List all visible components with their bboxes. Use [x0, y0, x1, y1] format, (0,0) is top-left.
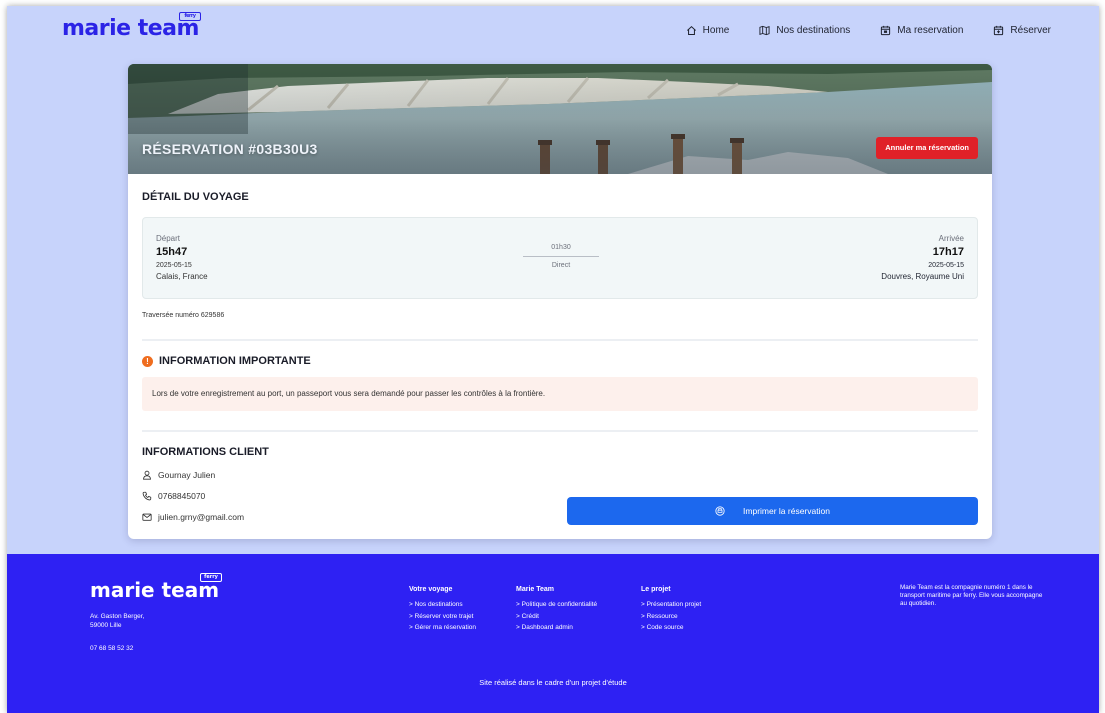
footer-link-ressource[interactable]: > Ressource: [641, 611, 701, 622]
nav-destinations[interactable]: Nos destinations: [759, 25, 850, 36]
client-phone-row: 0768845070: [142, 491, 205, 501]
print-label: Imprimer la réservation: [743, 506, 830, 516]
info-icon: !: [142, 355, 153, 367]
trip-type: Direct: [551, 262, 571, 269]
footer-address-line: Av. Gaston Berger,: [90, 613, 145, 620]
nav-home[interactable]: Home: [686, 25, 730, 36]
top-header: marie team ferry Home Nos destinations M…: [7, 6, 1099, 58]
nav-ma-reservation-label: Ma reservation: [897, 25, 964, 36]
important-title: INFORMATION IMPORTANTE: [159, 355, 311, 367]
print-reservation-button[interactable]: Imprimer la réservation: [567, 497, 978, 525]
arrival-date: 2025-05-15: [928, 261, 964, 269]
footer-col-projet: Le projet > Présentation projet > Ressou…: [641, 584, 701, 633]
duration-block: 01h30 Direct: [523, 244, 599, 269]
map-icon: [759, 25, 770, 36]
footer-link-destinations[interactable]: > Nos destinations: [409, 599, 476, 610]
section-divider: [142, 339, 978, 341]
client-name: Gournay Julien: [158, 470, 216, 480]
footer-col-marie-team: Marie Team > Politique de confidentialit…: [516, 584, 597, 633]
departure-label: Départ: [156, 234, 181, 243]
reservation-card: RÉSERVATION #03B30U3 Annuler ma réservat…: [128, 64, 992, 539]
footer-link-dashboard[interactable]: > Dashboard admin: [516, 622, 597, 633]
brand-logo[interactable]: marie team ferry: [62, 12, 201, 41]
home-icon: [686, 25, 696, 35]
logo-tag: ferry: [178, 12, 201, 21]
calendar-icon: [881, 25, 891, 36]
nav-reserver-label: Réserver: [1010, 25, 1051, 36]
client-phone: 0768845070: [158, 491, 206, 501]
arrival-time: 17h17: [932, 245, 964, 258]
client-email-row: julien.grny@gmail.com: [142, 512, 244, 522]
calendar-plus-icon: [994, 25, 1004, 36]
footer-logo-text: marie team: [90, 578, 220, 602]
section-divider: [142, 430, 978, 432]
important-notice: Lors de votre enregistrement au port, un…: [142, 377, 978, 411]
cancel-reservation-button[interactable]: Annuler ma réservation: [876, 137, 978, 159]
printer-icon: [715, 506, 725, 516]
departure-date: 2025-05-15: [156, 261, 192, 269]
arrival-label: Arrivée: [938, 234, 964, 243]
departure-block: Départ 15h47 2025-05-15 Calais, France: [156, 233, 208, 282]
footer-about: Marie Team est la compagnie numéro 1 dan…: [900, 584, 1043, 608]
nav-ma-reservation[interactable]: Ma reservation: [880, 25, 963, 36]
important-header: ! INFORMATION IMPORTANTE: [142, 355, 311, 367]
crossing-number: Traversée numéro 629586: [142, 312, 225, 319]
footer-col-title: Votre voyage: [409, 586, 453, 593]
footer-col-voyage: Votre voyage > Nos destinations > Réserv…: [409, 584, 476, 633]
duration-line: [523, 256, 599, 257]
trip-section-title: DÉTAIL DU VOYAGE: [142, 191, 249, 203]
footer-link-gerer[interactable]: > Gérer ma réservation: [409, 622, 476, 633]
page-frame: marie team ferry Home Nos destinations M…: [7, 6, 1099, 713]
footer-address: Av. Gaston Berger, 59000 Lille: [90, 612, 144, 630]
footer-link-code-source[interactable]: > Code source: [641, 622, 701, 633]
footer-col-title: Le projet: [641, 586, 671, 593]
trip-duration: 01h30: [551, 244, 571, 251]
cliffs-sea-photo: [128, 64, 992, 174]
trip-details-box: Départ 15h47 2025-05-15 Calais, France 0…: [142, 217, 978, 299]
reservation-title: RÉSERVATION #03B30U3: [142, 141, 318, 157]
user-icon: [143, 470, 151, 480]
client-email: julien.grny@gmail.com: [158, 512, 245, 522]
footer-logo[interactable]: marie team ferry: [90, 573, 223, 602]
phone-icon: [142, 491, 152, 501]
footer-link-credit[interactable]: > Crédit: [516, 611, 597, 622]
footer-link-politique[interactable]: > Politique de confidentialité: [516, 599, 597, 610]
client-name-row: Gournay Julien: [142, 470, 215, 480]
mail-icon: [142, 513, 152, 521]
footer-address-line: 59000 Lille: [90, 622, 122, 630]
footer-col-title: Marie Team: [516, 586, 554, 593]
footer-logo-tag: ferry: [200, 573, 223, 582]
arrival-place: Douvres, Royaume Uni: [881, 271, 964, 281]
main-nav: Home Nos destinations Ma reservation Rés…: [686, 25, 1051, 36]
footer-phone: 07 68 58 52 32: [90, 645, 134, 652]
footer-link-reserver[interactable]: > Réserver votre trajet: [409, 611, 476, 622]
nav-home-label: Home: [702, 25, 730, 36]
nav-reserver[interactable]: Réserver: [993, 25, 1051, 36]
hero-banner: RÉSERVATION #03B30U3 Annuler ma réservat…: [128, 64, 992, 174]
client-section-title: INFORMATIONS CLIENT: [142, 446, 269, 458]
arrival-block: Arrivée 17h17 2025-05-15 Douvres, Royaum…: [881, 233, 964, 282]
footer-credits: Site réalisé dans le cadre d'un projet d…: [479, 678, 627, 687]
departure-place: Calais, France: [156, 271, 208, 281]
departure-time: 15h47: [156, 245, 188, 258]
site-footer: marie team ferry Av. Gaston Berger, 5900…: [7, 554, 1099, 713]
footer-link-presentation[interactable]: > Présentation projet: [641, 599, 701, 610]
nav-destinations-label: Nos destinations: [776, 25, 851, 36]
